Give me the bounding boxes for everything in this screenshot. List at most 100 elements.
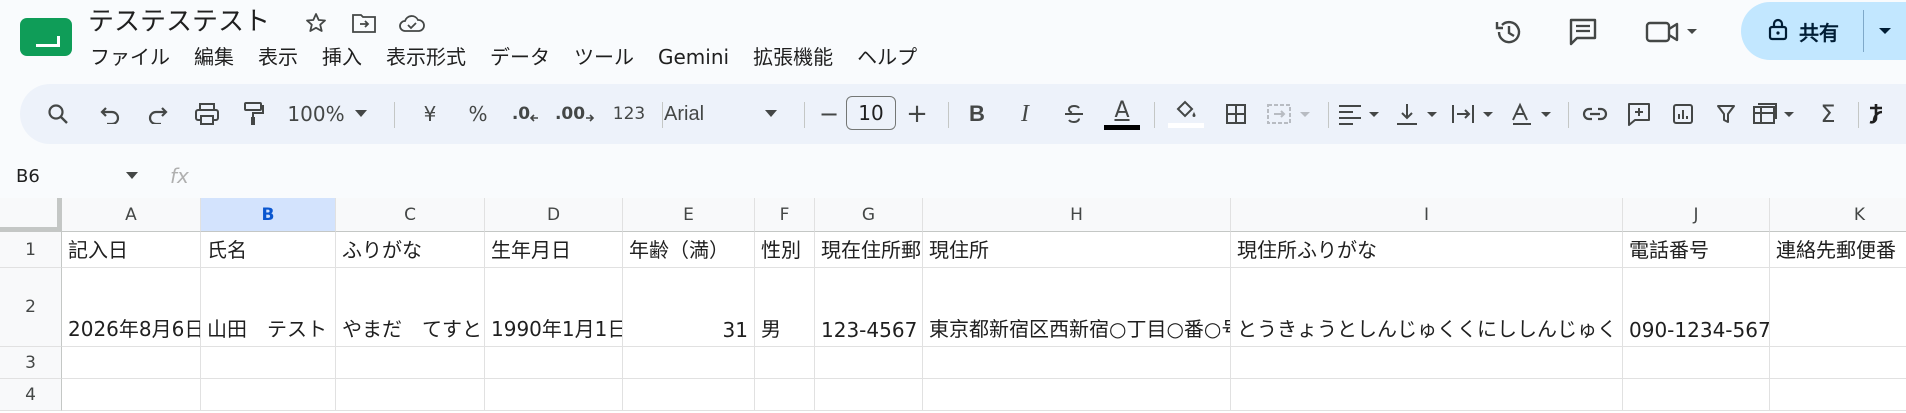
name-box[interactable]: B6	[0, 160, 150, 192]
cell-f4[interactable]	[755, 379, 815, 411]
share-button[interactable]: 共有	[1741, 2, 1906, 60]
text-rotation-icon[interactable]	[1506, 84, 1558, 144]
row-header-4[interactable]: 4	[0, 379, 62, 411]
cloud-saved-icon[interactable]	[395, 6, 429, 40]
search-menus-icon[interactable]	[40, 84, 76, 144]
filter-icon[interactable]	[1708, 84, 1744, 144]
cell-c3[interactable]	[336, 347, 485, 379]
share-main-button[interactable]: 共有	[1741, 2, 1863, 60]
italic-button[interactable]: I	[1008, 84, 1042, 144]
insert-comment-icon[interactable]	[1620, 84, 1658, 144]
undo-icon[interactable]	[92, 84, 128, 144]
cell-f2[interactable]: 男	[755, 268, 815, 347]
cell-j4[interactable]	[1623, 379, 1770, 411]
text-wrapping-icon[interactable]	[1448, 84, 1500, 144]
cell-e3[interactable]	[623, 347, 755, 379]
vertical-align-icon[interactable]	[1392, 84, 1444, 144]
menu-gemini[interactable]: Gemini	[646, 40, 741, 74]
cell-c2[interactable]: やまだ てすと	[336, 268, 485, 347]
column-header-c[interactable]: C	[336, 198, 485, 232]
column-header-a[interactable]: A	[62, 198, 201, 232]
menu-help[interactable]: ヘルプ	[845, 40, 929, 74]
cell-j3[interactable]	[1623, 347, 1770, 379]
zoom-chevron-down-icon[interactable]	[350, 84, 372, 144]
row-header-1[interactable]: 1	[0, 232, 62, 268]
cell-i1[interactable]: 現住所ふりがな	[1231, 232, 1623, 268]
cell-b1[interactable]: 氏名	[201, 232, 336, 268]
cell-b4[interactable]	[201, 379, 336, 411]
filter-views-icon[interactable]	[1748, 84, 1804, 144]
share-dropdown-button[interactable]	[1864, 2, 1906, 60]
version-history-icon[interactable]	[1487, 10, 1531, 54]
document-title[interactable]: テステステスト	[88, 4, 270, 40]
print-icon[interactable]	[188, 84, 226, 144]
column-header-g[interactable]: G	[815, 198, 923, 232]
column-header-b[interactable]: B	[201, 198, 336, 232]
percent-format-button[interactable]: %	[460, 84, 496, 144]
strikethrough-icon[interactable]	[1056, 84, 1092, 144]
cell-a2[interactable]: 2026年8月6日	[62, 268, 201, 347]
cell-h2[interactable]: 東京都新宿区西新宿○丁目○番○号	[923, 268, 1231, 347]
font-family-select[interactable]: Arial	[664, 84, 744, 144]
select-all-corner[interactable]	[0, 198, 62, 232]
cell-e2[interactable]: 31	[623, 268, 755, 347]
row-header-2[interactable]: 2	[0, 268, 62, 347]
increase-font-size-button[interactable]: +	[900, 84, 934, 144]
cell-f3[interactable]	[755, 347, 815, 379]
column-header-k[interactable]: K	[1770, 198, 1906, 232]
column-header-h[interactable]: H	[923, 198, 1231, 232]
font-size-input[interactable]: 10	[846, 96, 896, 130]
redo-icon[interactable]	[140, 84, 176, 144]
merge-cells-icon[interactable]	[1262, 84, 1318, 144]
insert-link-icon[interactable]	[1576, 84, 1614, 144]
cell-a4[interactable]	[62, 379, 201, 411]
decrease-decimal-button[interactable]: .0	[506, 84, 546, 144]
cell-e1[interactable]: 年齢（満）	[623, 232, 755, 268]
column-header-i[interactable]: I	[1231, 198, 1623, 232]
menu-insert[interactable]: 挿入	[310, 40, 374, 74]
horizontal-align-icon[interactable]	[1334, 84, 1386, 144]
cell-i4[interactable]	[1231, 379, 1623, 411]
cell-c4[interactable]	[336, 379, 485, 411]
functions-button[interactable]: Σ	[1810, 84, 1846, 144]
menu-file[interactable]: ファイル	[78, 40, 182, 74]
cell-d3[interactable]	[485, 347, 623, 379]
cell-h1[interactable]: 現住所	[923, 232, 1231, 268]
cell-k1[interactable]: 連絡先郵便番	[1770, 232, 1906, 268]
cell-g3[interactable]	[815, 347, 923, 379]
text-color-button[interactable]: A	[1100, 84, 1144, 144]
decrease-font-size-button[interactable]: −	[812, 84, 846, 144]
move-folder-icon[interactable]	[347, 6, 381, 40]
paint-format-icon[interactable]	[236, 84, 272, 144]
menu-tools[interactable]: ツール	[562, 40, 646, 74]
column-header-e[interactable]: E	[623, 198, 755, 232]
borders-icon[interactable]	[1216, 84, 1256, 144]
bold-button[interactable]: B	[960, 84, 994, 144]
cell-a1[interactable]: 記入日	[62, 232, 201, 268]
menu-data[interactable]: データ	[478, 40, 562, 74]
cell-i3[interactable]	[1231, 347, 1623, 379]
cell-b2[interactable]: 山田 テスト	[201, 268, 336, 347]
row-header-3[interactable]: 3	[0, 347, 62, 379]
input-tools-icon[interactable]	[1866, 84, 1906, 144]
cell-b3[interactable]	[201, 347, 336, 379]
sheets-logo-icon[interactable]	[20, 18, 72, 56]
cell-h3[interactable]	[923, 347, 1231, 379]
cell-d4[interactable]	[485, 379, 623, 411]
comments-icon[interactable]	[1561, 10, 1605, 54]
zoom-select[interactable]: 100%	[284, 84, 348, 144]
star-icon[interactable]	[299, 6, 333, 40]
cell-d1[interactable]: 生年月日	[485, 232, 623, 268]
meet-video-icon[interactable]	[1640, 10, 1710, 54]
cell-e4[interactable]	[623, 379, 755, 411]
formula-input[interactable]	[210, 160, 1906, 192]
menu-view[interactable]: 表示	[246, 40, 310, 74]
cell-k3[interactable]	[1770, 347, 1906, 379]
column-header-f[interactable]: F	[755, 198, 815, 232]
cell-a3[interactable]	[62, 347, 201, 379]
currency-format-button[interactable]: ¥	[412, 84, 448, 144]
cell-i2[interactable]: とうきょうとしんじゅくくにししんじゅく	[1231, 268, 1623, 347]
column-header-d[interactable]: D	[485, 198, 623, 232]
menu-extensions[interactable]: 拡張機能	[741, 40, 845, 74]
font-chevron-down-icon[interactable]	[760, 84, 782, 144]
